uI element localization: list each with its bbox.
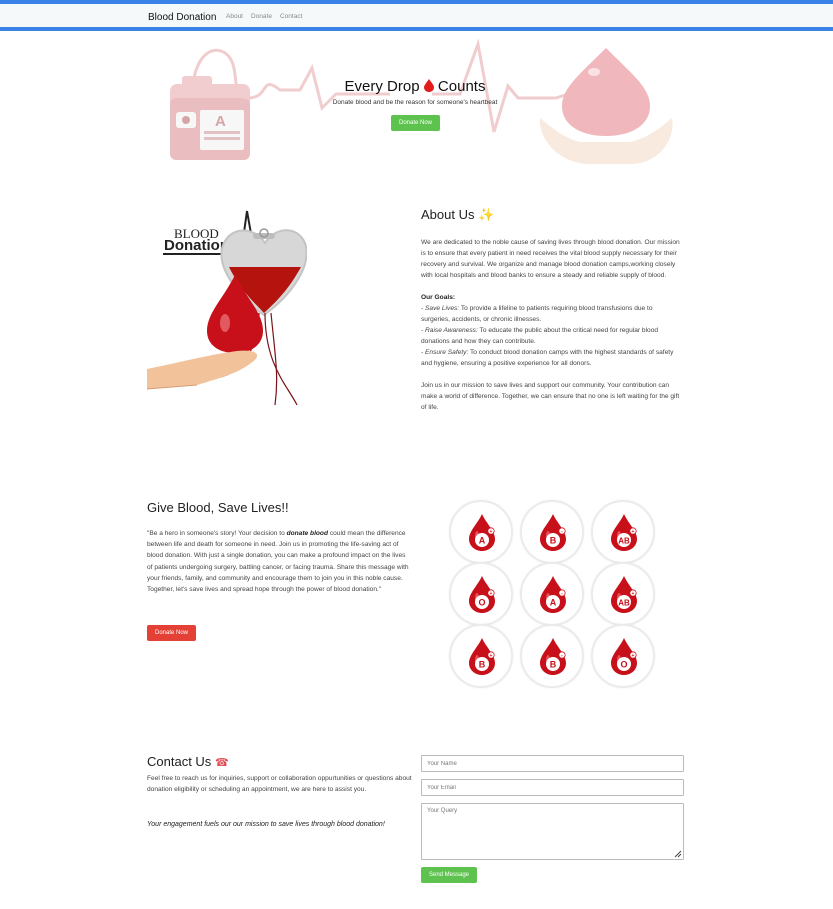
- about-title-text: About Us: [421, 207, 475, 222]
- blood-drop-icon: AB+: [611, 576, 637, 613]
- logo-line2-text: Donation: [164, 237, 229, 254]
- hero-subtitle: Donate blood and be the reason for someo…: [332, 99, 498, 106]
- blood-drop-icon: B-: [540, 514, 566, 551]
- blood-type-badge: O +: [591, 624, 655, 688]
- rh-sign-label: +: [632, 591, 635, 597]
- query-textarea[interactable]: [421, 803, 684, 860]
- goal-item: - Save Lives: To provide a lifeline to p…: [421, 305, 653, 323]
- give-text-bold: donate blood: [286, 530, 328, 537]
- about-title: About Us ✨: [421, 207, 494, 223]
- hero-section: A Every Drop Counts Donate blood and be …: [160, 38, 680, 168]
- blood-group-label: A: [479, 536, 486, 546]
- about-intro: We are dedicated to the noble cause of s…: [421, 239, 680, 279]
- hero-title-right: Counts: [437, 78, 486, 95]
- give-donate-button[interactable]: Donate Now: [147, 625, 196, 641]
- blood-type-badge: B-: [520, 624, 584, 688]
- name-input[interactable]: [421, 755, 684, 772]
- blood-group-label: B: [479, 660, 486, 670]
- blood-drop-icon: [423, 78, 434, 95]
- nav-link-contact[interactable]: Contact: [280, 13, 302, 20]
- blood-group-label: AB: [618, 537, 630, 546]
- blood-group-label: O: [478, 598, 485, 608]
- contact-text: Feel free to reach us for inquiries, sup…: [147, 775, 412, 793]
- email-input[interactable]: [421, 779, 684, 796]
- send-message-button[interactable]: Send Message: [421, 867, 477, 883]
- about-illustration: BLOOD Donation: [146, 205, 308, 410]
- about-goals: Our Goals: - Save Lives: To provide a li…: [421, 292, 683, 369]
- give-text-after: could mean the difference between life a…: [147, 530, 409, 594]
- goal-label: - Ensure Safety:: [421, 349, 469, 356]
- hero-title-left: Every Drop: [344, 78, 420, 95]
- telephone-icon: ☎: [214, 757, 229, 769]
- give-title: Give Blood, Save Lives!!: [147, 500, 289, 515]
- blood-drop-icon: A-: [540, 576, 566, 613]
- svg-text:A: A: [215, 113, 226, 130]
- blood-type-badge: AB +: [591, 500, 655, 564]
- brand-link[interactable]: Blood Donation: [148, 12, 216, 23]
- nav-link-donate[interactable]: Donate: [251, 13, 272, 20]
- blood-type-grid: A + B - AB + O + A - AB + B + B - O +: [449, 500, 659, 692]
- contact-title: Contact Us ☎: [147, 754, 229, 769]
- goal-label: - Raise Awareness:: [421, 327, 478, 334]
- rh-sign-label: +: [490, 591, 493, 597]
- goals-heading: Our Goals:: [421, 294, 456, 301]
- nav-link-about[interactable]: About: [226, 13, 243, 20]
- navbar: Blood Donation About Donate Contact: [0, 4, 833, 31]
- give-text-before: "Be a hero in someone's story! Your deci…: [147, 530, 287, 537]
- blood-type-badge: B-: [520, 500, 584, 564]
- rh-sign-label: +: [632, 653, 635, 659]
- blood-group-label: AB: [618, 599, 630, 608]
- blood-type-badge: A +: [449, 500, 513, 564]
- blood-drop-icon: B-: [540, 638, 566, 675]
- blood-group-label: B: [550, 536, 557, 546]
- about-text: We are dedicated to the noble cause of s…: [421, 237, 683, 424]
- goal-item: - Ensure Safety: To conduct blood donati…: [421, 349, 673, 367]
- blood-drop-icon: O+: [469, 576, 495, 613]
- goal-label: - Save Lives:: [421, 305, 460, 312]
- hero-donate-button[interactable]: Donate Now: [391, 115, 440, 131]
- contact-title-text: Contact Us: [147, 754, 212, 769]
- nav-links: About Donate Contact: [226, 13, 302, 20]
- give-text: "Be a hero in someone's story! Your deci…: [147, 528, 412, 595]
- goal-item: - Raise Awareness: To educate the public…: [421, 327, 658, 345]
- blood-drop-icon: A+: [469, 514, 495, 551]
- resize-grip-icon[interactable]: [672, 848, 682, 858]
- rh-sign-label: +: [632, 529, 635, 535]
- rh-sign-label: +: [490, 529, 493, 535]
- blood-group-label: B: [550, 660, 557, 670]
- about-outro: Join us in our mission to save lives and…: [421, 382, 680, 411]
- contact-note: Your engagement fuels our our mission to…: [147, 821, 385, 828]
- blood-group-label: A: [550, 598, 557, 608]
- blood-type-badge: A-: [520, 562, 584, 626]
- blood-group-label: O: [620, 660, 627, 670]
- blood-drop-icon: B+: [469, 638, 495, 675]
- blood-drop-icon: AB+: [611, 514, 637, 551]
- blood-type-badge: B +: [449, 624, 513, 688]
- rh-sign-label: +: [490, 653, 493, 659]
- blood-type-badge: AB +: [591, 562, 655, 626]
- blood-drop-icon: O+: [611, 638, 637, 675]
- hero-title: Every Drop Counts: [160, 78, 670, 95]
- blood-type-badge: O +: [449, 562, 513, 626]
- sparkles-icon: ✨: [478, 207, 495, 222]
